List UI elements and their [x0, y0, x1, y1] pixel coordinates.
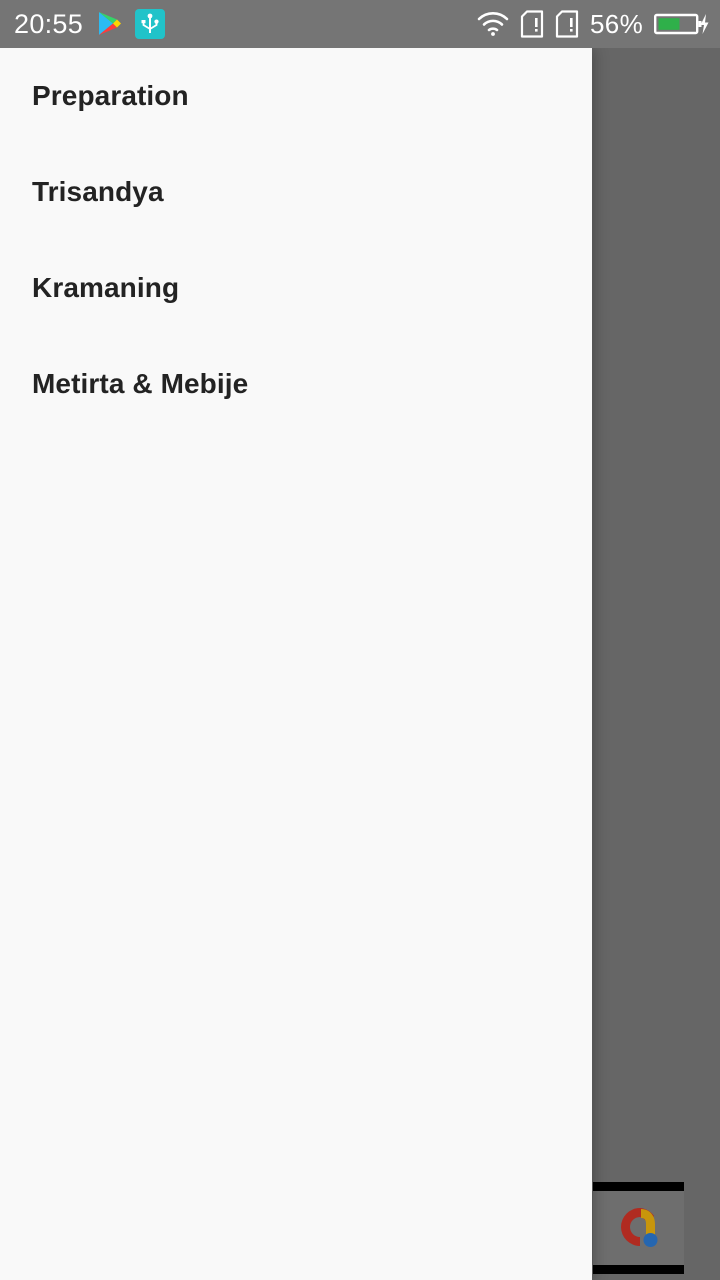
status-bar-clock: 20:55 — [14, 8, 84, 39]
ad-banner[interactable] — [593, 1182, 684, 1274]
drawer-item-label: Trisandya — [32, 176, 164, 207]
usb-icon — [135, 9, 166, 39]
navigation-drawer: Preparation Trisandya Kramaning Metirta … — [0, 48, 592, 1280]
sim-2-missing-icon — [555, 10, 579, 38]
sim-1-missing-icon — [520, 10, 544, 38]
drawer-item-label: Kramaning — [32, 272, 180, 303]
admob-icon — [620, 1208, 657, 1247]
drawer-item-label: Metirta & Mebije — [32, 368, 249, 399]
ad-banner-content[interactable] — [593, 1191, 684, 1265]
status-bar-right: 56% — [477, 9, 710, 40]
play-store-icon — [95, 10, 123, 38]
battery-percent-label: 56% — [590, 8, 643, 39]
status-bar-left: 20:55 — [14, 8, 166, 40]
drawer-item-preparation[interactable]: Preparation — [0, 48, 592, 144]
drawer-item-trisandya[interactable]: Trisandya — [0, 144, 592, 240]
drawer-menu-list: Preparation Trisandya Kramaning Metirta … — [0, 48, 592, 432]
drawer-item-label: Preparation — [32, 80, 189, 111]
status-bar: 20:55 56% — [0, 0, 720, 48]
drawer-item-metirta-mebije[interactable]: Metirta & Mebije — [0, 336, 592, 432]
wifi-icon — [477, 11, 509, 37]
drawer-item-kramaning[interactable]: Kramaning — [0, 240, 592, 336]
battery-charging-icon — [654, 11, 710, 37]
